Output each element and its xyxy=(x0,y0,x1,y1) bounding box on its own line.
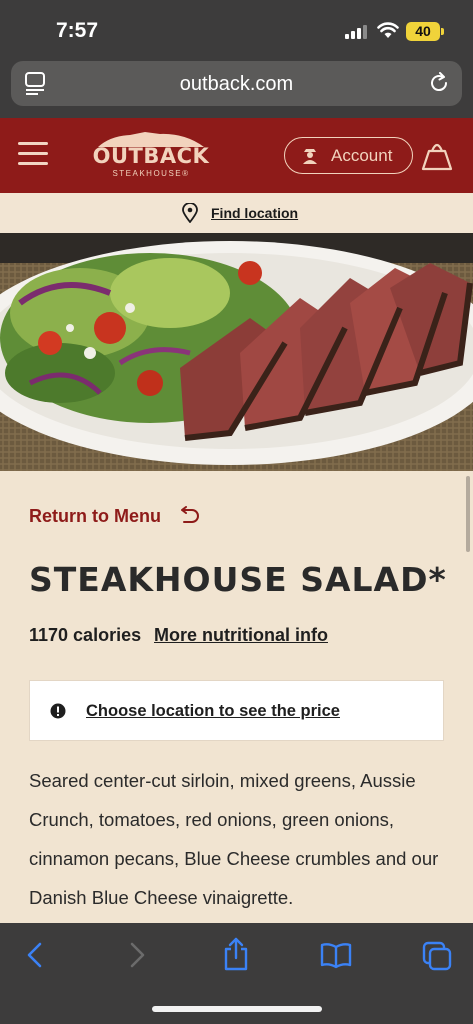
location-pin-icon xyxy=(182,203,198,223)
choose-location-link[interactable]: Choose location to see the price xyxy=(86,702,340,721)
item-description: Seared center-cut sirloin, mixed greens,… xyxy=(29,770,439,908)
account-label: Account xyxy=(331,146,393,165)
forward-icon[interactable] xyxy=(127,941,147,969)
home-indicator[interactable] xyxy=(152,1006,322,1012)
find-location-bar: Find location xyxy=(0,193,473,233)
share-icon[interactable] xyxy=(222,937,250,971)
bookmarks-icon[interactable] xyxy=(320,941,352,969)
url-text[interactable]: outback.com xyxy=(11,73,462,96)
menu-icon[interactable] xyxy=(18,142,48,166)
steakhouse-salad-photo xyxy=(0,233,473,471)
logo-subtitle: STEAKHOUSE® xyxy=(112,169,190,178)
price-notice: Choose location to see the price xyxy=(29,680,444,741)
alert-icon xyxy=(50,703,66,719)
back-icon[interactable] xyxy=(25,941,45,969)
return-to-menu-link[interactable]: Return to Menu xyxy=(29,506,161,527)
account-button[interactable]: Account xyxy=(284,137,413,174)
outback-logo[interactable]: OUTBACK STEAKHOUSE® xyxy=(90,130,212,180)
battery-icon: 40 xyxy=(406,22,440,41)
wifi-icon xyxy=(377,22,399,38)
site-header: OUTBACK STEAKHOUSE® Account xyxy=(0,118,473,193)
page-scrollbar[interactable] xyxy=(466,476,470,552)
browser-chrome: 7:57 40 outback.com xyxy=(0,0,473,118)
shopping-bag-icon[interactable] xyxy=(420,139,454,171)
return-arrow-icon[interactable] xyxy=(178,506,200,526)
cellular-signal-icon xyxy=(345,24,369,39)
logo-wordmark: OUTBACK xyxy=(92,144,210,168)
status-time: 7:57 xyxy=(56,19,99,42)
address-bar[interactable]: outback.com xyxy=(11,61,462,106)
calories-text: 1170 calories xyxy=(29,625,142,645)
reload-icon[interactable] xyxy=(428,72,450,94)
user-icon xyxy=(303,149,317,164)
item-title: STEAKHOUSE SALAD* xyxy=(29,560,447,599)
tabs-icon[interactable] xyxy=(422,941,452,971)
salad-image xyxy=(0,233,473,471)
nutrition-info-link[interactable]: More nutritional info xyxy=(154,625,328,646)
find-location-link[interactable]: Find location xyxy=(211,205,298,221)
battery-nub xyxy=(441,28,444,35)
